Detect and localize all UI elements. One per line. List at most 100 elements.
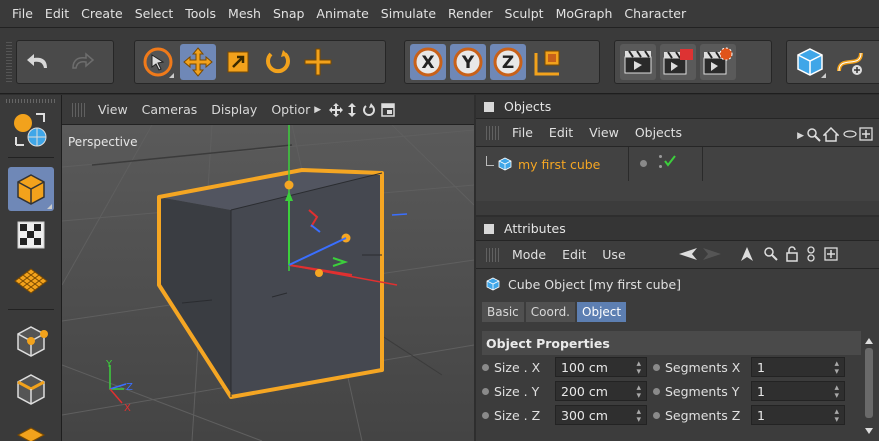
segments-x-label: Segments X	[665, 359, 741, 375]
spline-create-button[interactable]	[832, 44, 868, 80]
menu-simulate[interactable]: Simulate	[381, 6, 436, 21]
link-icon[interactable]	[806, 246, 816, 262]
animate-dot-icon[interactable]	[482, 363, 489, 371]
viewport-maximize-icon[interactable]	[381, 102, 395, 117]
back-arrow-icon[interactable]	[678, 247, 698, 261]
menu-snap[interactable]: Snap	[273, 6, 304, 21]
attributes-menu-use[interactable]: Use	[602, 247, 625, 262]
forward-arrow-icon[interactable]	[702, 247, 722, 261]
attributes-menu-mode[interactable]: Mode	[512, 247, 546, 262]
z-axis-lock-button[interactable]: Z	[490, 44, 526, 80]
workplane-mode-button[interactable]	[8, 259, 54, 303]
objects-filter-icon[interactable]	[843, 130, 857, 138]
stepper-icon: ▴ ▾	[636, 383, 641, 401]
render-settings-button[interactable]	[700, 44, 736, 80]
segments-y-field[interactable]: 1 ▴ ▾	[751, 381, 845, 401]
menu-mograph[interactable]: MoGraph	[556, 6, 613, 21]
size-z-field[interactable]: 300 cm ▴ ▾	[555, 405, 647, 425]
objects-menu-edit[interactable]: Edit	[549, 125, 573, 140]
up-arrow-icon[interactable]	[740, 246, 754, 262]
animate-dot-icon[interactable]	[482, 411, 489, 419]
menu-animate[interactable]: Animate	[316, 6, 368, 21]
x-axis-lock-button[interactable]: X	[410, 44, 446, 80]
menu-create[interactable]: Create	[81, 6, 123, 21]
polygons-mode-button[interactable]	[8, 415, 54, 441]
menu-render[interactable]: Render	[448, 6, 493, 21]
segments-x-field[interactable]: 1 ▴ ▾	[751, 357, 845, 377]
render-visibility-icon[interactable]	[659, 165, 662, 168]
menu-tools[interactable]: Tools	[185, 6, 216, 21]
object-properties-section[interactable]: Object Properties	[482, 331, 861, 355]
objects-menu-file[interactable]: File	[512, 125, 533, 140]
lock-icon[interactable]	[786, 246, 798, 262]
viewport-zoom-icon[interactable]	[347, 102, 357, 117]
objects-home-icon[interactable]	[823, 127, 839, 142]
editor-visibility-icon[interactable]	[659, 155, 662, 158]
segments-y-label: Segments Y	[665, 383, 740, 399]
viewport-rotate-icon[interactable]	[362, 102, 376, 117]
menu-edit[interactable]: Edit	[45, 6, 69, 21]
attributes-new-panel-icon[interactable]	[824, 247, 838, 261]
animate-dot-icon[interactable]	[653, 363, 660, 371]
animate-dot-icon[interactable]	[482, 387, 489, 395]
palette-grip[interactable]	[6, 99, 56, 103]
viewport-menu-display[interactable]: Display	[211, 102, 257, 117]
rotate-tool-button[interactable]	[260, 44, 296, 80]
viewport-grip[interactable]	[72, 102, 86, 117]
attributes-menu-grip[interactable]	[486, 247, 500, 262]
render-to-picture-viewer-button[interactable]	[660, 44, 696, 80]
menu-mesh[interactable]: Mesh	[228, 6, 261, 21]
enabled-check-icon[interactable]	[664, 155, 676, 167]
make-editable-button[interactable]	[8, 107, 54, 151]
objects-menu-more-icon[interactable]: ▶	[797, 131, 804, 141]
move-tool-button[interactable]	[180, 44, 216, 80]
stepper-icon: ▴ ▾	[636, 407, 641, 425]
tab-object[interactable]: Object	[577, 302, 627, 322]
objects-search-icon[interactable]	[807, 128, 821, 142]
undo-button[interactable]	[22, 44, 58, 80]
size-x-field[interactable]: 100 cm ▴ ▾	[555, 357, 647, 377]
coordinate-system-button[interactable]	[530, 44, 566, 80]
tab-coord[interactable]: Coord.	[525, 302, 575, 322]
objects-new-panel-icon[interactable]	[859, 127, 873, 141]
viewport-menu-cameras[interactable]: Cameras	[142, 102, 198, 117]
tab-basic[interactable]: Basic	[482, 302, 524, 322]
viewport-menu-more-icon[interactable]: ▶	[314, 105, 321, 115]
toolbar-grip[interactable]	[6, 42, 12, 82]
attributes-scrollbar[interactable]	[863, 336, 875, 437]
menu-character[interactable]: Character	[624, 6, 686, 21]
object-manager-list[interactable]: my first cube	[476, 147, 879, 201]
objects-menu-view[interactable]: View	[589, 125, 619, 140]
object-row-my-first-cube[interactable]: my first cube	[482, 147, 878, 181]
menu-file[interactable]: File	[12, 6, 33, 21]
redo-button[interactable]	[62, 44, 98, 80]
y-axis-lock-button[interactable]: Y	[450, 44, 486, 80]
cube-create-button[interactable]	[792, 44, 828, 80]
live-selection-button[interactable]	[140, 44, 176, 80]
last-tool-button[interactable]	[300, 44, 336, 80]
size-y-field[interactable]: 200 cm ▴ ▾	[555, 381, 647, 401]
menu-sculpt[interactable]: Sculpt	[505, 6, 544, 21]
viewport-menu-view[interactable]: View	[98, 102, 128, 117]
animate-dot-icon[interactable]	[653, 387, 660, 395]
viewport-move-icon[interactable]	[329, 102, 344, 117]
animate-dot-icon[interactable]	[653, 411, 660, 419]
stepper-icon: ▴ ▾	[834, 383, 839, 401]
viewport-menu-options[interactable]: Optior	[271, 102, 310, 117]
object-name-label[interactable]: my first cube	[518, 157, 600, 172]
model-mode-button[interactable]	[8, 167, 54, 211]
texture-mode-button[interactable]	[8, 213, 54, 257]
render-view-button[interactable]	[620, 44, 656, 80]
make-editable-icon	[14, 113, 47, 147]
attributes-menu-edit[interactable]: Edit	[562, 247, 586, 262]
segments-z-field[interactable]: 1 ▴ ▾	[751, 405, 845, 425]
points-mode-button[interactable]	[8, 319, 54, 363]
objects-menu-objects[interactable]: Objects	[635, 125, 682, 140]
perspective-viewport[interactable]: Y Z X Perspective	[62, 125, 474, 441]
objects-menu-grip[interactable]	[486, 125, 500, 140]
layer-dot-icon[interactable]	[640, 160, 647, 167]
scale-tool-button[interactable]	[220, 44, 256, 80]
edges-mode-button[interactable]	[8, 367, 54, 411]
menu-select[interactable]: Select	[135, 6, 174, 21]
attributes-search-icon[interactable]	[764, 247, 778, 261]
